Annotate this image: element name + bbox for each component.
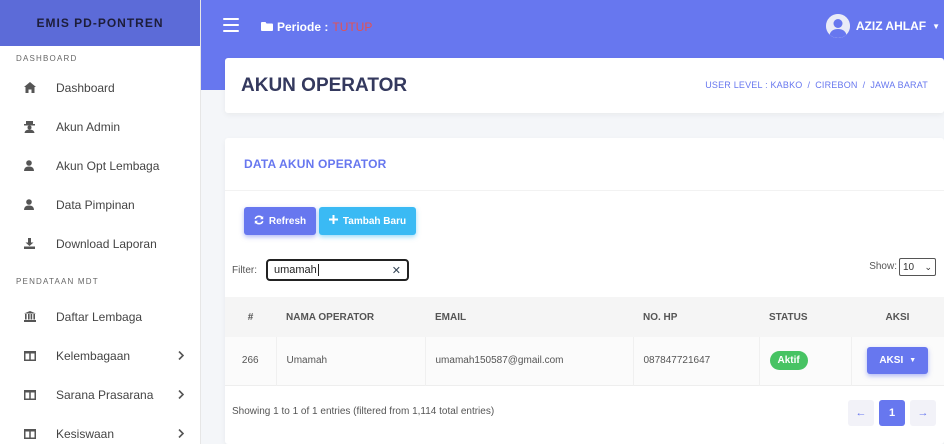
close-icon[interactable]: ✕ bbox=[392, 264, 401, 277]
page-button-1[interactable]: 1 bbox=[879, 400, 905, 426]
operator-table: # NAMA OPERATOR EMAIL NO. HP STATUS AKSI… bbox=[225, 297, 944, 386]
operator-email: umamah150587@gmail.com bbox=[425, 337, 634, 385]
row-number: 266 bbox=[225, 337, 277, 385]
table-row: 266 Umamah umamah150587@gmail.com 087847… bbox=[225, 337, 944, 385]
page-title: AKUN OPERATOR bbox=[241, 75, 408, 96]
sidebar-item-label: Data Pimpinan bbox=[56, 197, 135, 212]
columns-icon bbox=[24, 428, 56, 439]
caret-down-icon: ▼ bbox=[932, 21, 940, 31]
columns-icon bbox=[24, 350, 56, 361]
card-title: DATA AKUN OPERATOR bbox=[244, 157, 387, 171]
periode-indicator: Periode : TUTUP bbox=[261, 20, 372, 34]
operator-phone: 087847721647 bbox=[633, 337, 760, 385]
home-icon bbox=[24, 82, 56, 93]
sidebar-item-label: Akun Admin bbox=[56, 119, 121, 134]
sidebar-item-label: Sarana Prasarana bbox=[56, 387, 154, 402]
user-name: AZIZ AHLAF bbox=[855, 19, 927, 33]
status-cell: Aktif bbox=[759, 337, 852, 385]
sidebar-item-data-pimpinan[interactable]: Data Pimpinan bbox=[0, 185, 200, 224]
card-divider bbox=[225, 190, 944, 191]
caret-down-icon: ▼ bbox=[909, 357, 917, 365]
show-label: Show: bbox=[869, 261, 897, 272]
sidebar-item-akun-opt-lembaga[interactable]: Akun Opt Lembaga bbox=[0, 146, 200, 185]
column-header[interactable]: NAMA OPERATOR bbox=[276, 297, 425, 337]
sidebar-item-label: Dashboard bbox=[56, 80, 115, 95]
breadcrumb-item[interactable]: USER LEVEL : KABKO bbox=[705, 80, 802, 90]
user-icon bbox=[24, 199, 56, 210]
column-header[interactable]: EMAIL bbox=[425, 297, 633, 337]
user-icon bbox=[24, 160, 56, 171]
plus-icon bbox=[328, 215, 343, 227]
tambah-baru-label: Tambah Baru bbox=[342, 215, 407, 227]
columns-icon bbox=[24, 389, 56, 400]
table-header-row: # NAMA OPERATOR EMAIL NO. HP STATUS AKSI bbox=[225, 297, 944, 337]
chevron-right-icon bbox=[178, 336, 184, 375]
page-size-select[interactable]: 10 ⌄ bbox=[899, 258, 936, 276]
download-icon bbox=[24, 238, 56, 249]
page-size-value: 10 bbox=[903, 261, 915, 273]
data-card: DATA AKUN OPERATOR Refresh Tambah Baru F… bbox=[225, 138, 944, 444]
table-info: Showing 1 to 1 of 1 entries (filtered fr… bbox=[232, 406, 495, 417]
column-header[interactable]: NO. HP bbox=[633, 297, 759, 337]
pagination: ← 1 → bbox=[843, 400, 936, 426]
page-header: AKUN OPERATOR USER LEVEL : KABKO / CIREBON… bbox=[225, 58, 944, 113]
operator-name: Umamah bbox=[276, 337, 426, 385]
folder-icon bbox=[261, 20, 273, 34]
sidebar: EMIS PD-PONTREN DASHBOARD Dashboard Akun… bbox=[0, 0, 201, 444]
breadcrumb-item[interactable]: CIREBON bbox=[815, 80, 857, 90]
institution-icon bbox=[24, 311, 56, 322]
tambah-baru-button[interactable]: Tambah Baru bbox=[319, 207, 416, 235]
refresh-icon bbox=[254, 214, 269, 228]
sidebar-item-akun-admin[interactable]: Akun Admin bbox=[0, 107, 200, 146]
breadcrumb: USER LEVEL : KABKO / CIREBON / JAWA BARAT bbox=[705, 80, 928, 90]
filter-input[interactable]: umamah ✕ bbox=[266, 259, 409, 281]
sidebar-item-daftar-lembaga[interactable]: Daftar Lembaga bbox=[0, 297, 200, 336]
sidebar-item-label: Kelembagaan bbox=[56, 348, 131, 363]
avatar bbox=[825, 14, 850, 38]
user-menu[interactable]: AZIZ AHLAF ▼ bbox=[825, 14, 940, 38]
filter-label: Filter: bbox=[232, 265, 257, 276]
menu-header-dashboard: DASHBOARD bbox=[16, 54, 78, 63]
chevron-right-icon bbox=[178, 375, 184, 414]
aksi-dropdown-button[interactable]: AKSI ▼ bbox=[867, 347, 929, 375]
hamburger-menu-icon[interactable] bbox=[223, 18, 239, 32]
breadcrumb-item[interactable]: JAWA BARAT bbox=[870, 80, 928, 90]
sidebar-item-label: Download Laporan bbox=[56, 236, 157, 251]
brand-logo[interactable]: EMIS PD-PONTREN bbox=[0, 0, 200, 46]
aksi-label: AKSI bbox=[879, 355, 904, 367]
column-header: AKSI bbox=[885, 311, 910, 323]
refresh-button[interactable]: Refresh bbox=[244, 207, 316, 235]
aksi-cell: AKSI ▼ bbox=[851, 337, 944, 385]
chevron-down-icon: ⌄ bbox=[924, 262, 932, 272]
column-header[interactable]: STATUS bbox=[759, 297, 851, 337]
periode-value: TUTUP bbox=[332, 20, 373, 34]
periode-label: Periode : bbox=[277, 20, 329, 34]
sidebar-item-dashboard[interactable]: Dashboard bbox=[0, 68, 200, 107]
sidebar-item-label: Akun Opt Lembaga bbox=[56, 158, 160, 173]
sidebar-item-sarana-prasarana[interactable]: Sarana Prasarana bbox=[0, 375, 200, 414]
column-header[interactable]: # bbox=[225, 297, 276, 337]
sidebar-item-kelembagaan[interactable]: Kelembagaan bbox=[0, 336, 200, 375]
sidebar-item-label: Daftar Lembaga bbox=[56, 309, 143, 324]
prev-page-button[interactable]: ← bbox=[848, 400, 874, 426]
user-secret-icon bbox=[24, 120, 56, 133]
status-badge: Aktif bbox=[769, 351, 808, 371]
menu-header-pendataan: PENDATAAN MDT bbox=[16, 277, 99, 286]
next-page-button[interactable]: → bbox=[910, 400, 936, 426]
sidebar-item-download-laporan[interactable]: Download Laporan bbox=[0, 224, 200, 263]
sidebar-item-label: Kesiswaan bbox=[56, 426, 115, 441]
refresh-label: Refresh bbox=[268, 215, 307, 227]
sidebar-item-kesiswaan[interactable]: Kesiswaan bbox=[0, 414, 200, 444]
chevron-right-icon bbox=[178, 414, 184, 444]
filter-value: umamah bbox=[274, 264, 317, 276]
